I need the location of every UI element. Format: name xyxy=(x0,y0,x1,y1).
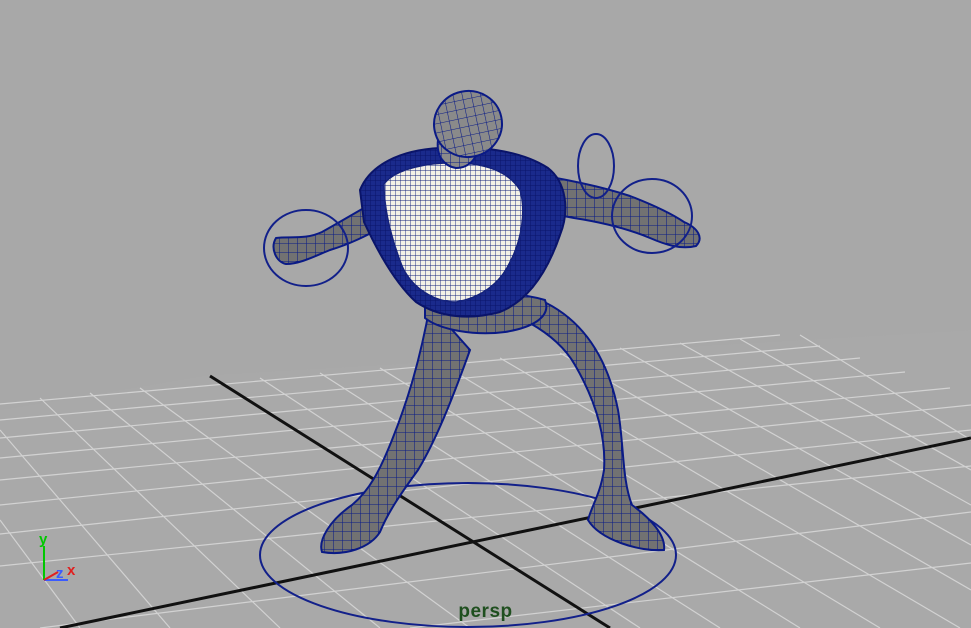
axis-y-label: y xyxy=(39,531,48,548)
ground-grid xyxy=(0,330,971,628)
axis-z-label: z xyxy=(56,565,64,582)
view-axis-gizmo: y z x xyxy=(30,528,90,592)
camera-name-label: persp xyxy=(458,601,513,622)
viewport-scene[interactable] xyxy=(0,0,971,628)
axis-x-label: x xyxy=(67,562,76,579)
maya-perspective-viewport[interactable]: y z x persp xyxy=(0,0,971,628)
